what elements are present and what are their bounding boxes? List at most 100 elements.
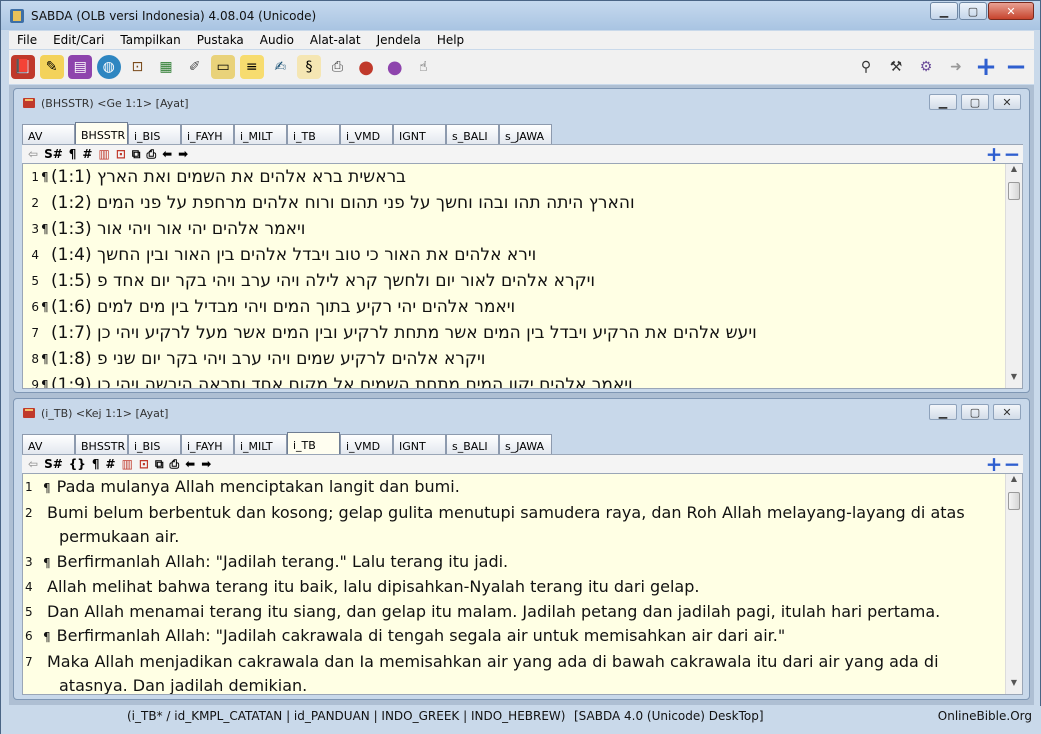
plus-icon[interactable]: + [974, 52, 998, 82]
prev-arrow-icon[interactable]: ⬅ [162, 147, 172, 161]
printer-icon[interactable]: ⎙ [326, 55, 350, 79]
verse-number[interactable]: 3 [25, 550, 33, 575]
strongs-toggle[interactable]: S# [44, 147, 63, 161]
child-close-button[interactable]: ✕ [993, 94, 1021, 110]
menu-help[interactable]: Help [429, 33, 472, 47]
back-arrow-icon[interactable]: ⇦ [28, 457, 38, 471]
notes-icon[interactable]: ✎ [39, 55, 64, 79]
verse-row[interactable]: 2 והארץ היתה תהו ובהו וחשך על פני תהום ור… [23, 190, 1022, 216]
arrow-right-icon[interactable]: ➜ [944, 55, 968, 79]
tab-i-milt[interactable]: i_MILT [234, 434, 287, 455]
verse-number-toggle[interactable]: # [82, 147, 92, 161]
tab-i-tb[interactable]: i_TB [287, 124, 340, 145]
copy-icon[interactable]: ⧉ [132, 147, 141, 162]
tab-s-jawa[interactable]: s_JAWA [499, 434, 552, 455]
tab-i-tb[interactable]: i_TB [287, 432, 340, 456]
verse-row[interactable]: 6 ¶ Berfirmanlah Allah: "Jadilah cakrawala… [23, 624, 1022, 650]
colors-icon[interactable]: ▥ [98, 147, 109, 161]
bible-window-itb[interactable]: (i_TB) <Kej 1:1> [Ayat] ▁ ▢ ✕ AV BHSSTR … [13, 398, 1030, 700]
books-icon[interactable]: ▤ [68, 55, 93, 79]
verse-number[interactable]: 7 [25, 326, 39, 340]
tab-s-bali[interactable]: s_BALI [446, 434, 499, 455]
close-button[interactable]: ✕ [988, 2, 1034, 20]
verse-number[interactable]: 1 [25, 475, 33, 500]
tab-i-vmd[interactable]: i_VMD [340, 434, 393, 455]
verse-number[interactable]: 1 [25, 170, 39, 184]
zoom-out-icon[interactable]: − [1003, 452, 1021, 476]
scrollbar[interactable]: ▲ ▼ [1005, 474, 1022, 694]
menu-jendela[interactable]: Jendela [369, 33, 429, 47]
tab-bhsstr[interactable]: BHSSTR [75, 434, 128, 455]
tab-i-milt[interactable]: i_MILT [234, 124, 287, 145]
verse-number[interactable]: 2 [25, 501, 33, 526]
tab-ignt[interactable]: IGNT [393, 434, 446, 455]
verse-row[interactable]: 5 ויקרא אלהים לאור יום ולחשך קרא לילה ויה… [23, 268, 1022, 294]
title-bar[interactable]: SABDA (OLB versi Indonesia) 4.08.04 (Uni… [1, 1, 1040, 30]
tab-i-bis[interactable]: i_BIS [128, 434, 181, 455]
menu-audio[interactable]: Audio [252, 33, 302, 47]
balloon-icon[interactable]: ● [354, 55, 378, 79]
colors-icon[interactable]: ▥ [122, 457, 133, 471]
open-book-icon[interactable]: ⊡ [139, 457, 149, 471]
verse-row[interactable]: 5 Dan Allah menamai terang itu siang, dan… [23, 600, 1022, 625]
bible-window-bhsstr[interactable]: (BHSSTR) <Ge 1:1> [Ayat] ▁ ▢ ✕ AV BHSSTR… [13, 88, 1030, 393]
verse-row[interactable]: 4 Allah melihat bahwa terang itu baik, la… [23, 575, 1022, 600]
zoom-in-icon[interactable]: + [985, 142, 1003, 166]
notes-toggle[interactable]: {} [69, 457, 86, 471]
verse-row[interactable]: 1 ¶ בראשית ברא אלהים את השמים ואת הארץ (1:… [23, 164, 1022, 190]
search-tools-icon[interactable]: ⚲ [854, 55, 878, 79]
verse-row[interactable]: 3 ¶ Berfirmanlah Allah: "Jadilah terang." … [23, 550, 1022, 576]
verse-number[interactable]: 5 [25, 274, 39, 288]
verse-row[interactable]: 3 ¶ ויאמר אלהים יהי אור ויהי אור (1:3) [23, 216, 1022, 242]
minimize-button[interactable]: ▁ [930, 2, 958, 20]
printer-chart-icon[interactable]: ▦ [154, 55, 178, 79]
verse-row[interactable]: 7 ויעש אלהים את הרקיע ויבדל בין המים אשר … [23, 320, 1022, 346]
child-minimize-button[interactable]: ▁ [929, 404, 957, 420]
print-icon[interactable]: ⎙ [146, 147, 156, 162]
two-balloons-icon[interactable]: ● [383, 55, 407, 79]
menu-file[interactable]: File [9, 33, 45, 47]
tab-i-bis[interactable]: i_BIS [128, 124, 181, 145]
tab-i-fayh[interactable]: i_FAYH [181, 434, 234, 455]
scrollbar[interactable]: ▲ ▼ [1005, 164, 1022, 388]
child-title-bar[interactable]: (i_TB) <Kej 1:1> [Ayat] [14, 399, 1029, 427]
verse-number[interactable]: 2 [25, 196, 39, 210]
strongs-toggle[interactable]: S# [44, 457, 63, 471]
paragraph-toggle[interactable]: ¶ [69, 147, 77, 161]
status-brand[interactable]: OnlineBible.Org [938, 709, 1032, 723]
verse-number[interactable]: 6 [25, 624, 33, 649]
verse-row[interactable]: 9 ¶ ויאמר אלהים יקוו המים מתחת השמים אל מק… [23, 372, 1022, 388]
child-minimize-button[interactable]: ▁ [929, 94, 957, 110]
bible-red-icon[interactable]: 📕 [11, 55, 35, 79]
child-maximize-button[interactable]: ▢ [961, 94, 989, 110]
pencil-book-icon[interactable]: ✍ [268, 55, 292, 79]
tab-av[interactable]: AV [22, 434, 75, 455]
zoom-out-icon[interactable]: − [1003, 142, 1021, 166]
hand-icon[interactable]: ☝ [411, 55, 435, 79]
menu-alat-alat[interactable]: Alat-alat [302, 33, 369, 47]
verse-number-toggle[interactable]: # [106, 457, 116, 471]
menu-edit-cari[interactable]: Edit/Cari [45, 33, 112, 47]
settings-icon[interactable]: ⚙ [914, 55, 938, 79]
tools-icon[interactable]: ⚒ [884, 55, 908, 79]
verse-row[interactable]: 2 Bumi belum berbentuk dan kosong; gelap … [23, 501, 1022, 550]
tab-s-bali[interactable]: s_BALI [446, 124, 499, 145]
verse-row[interactable]: 6 ¶ ויאמר אלהים יהי רקיע בתוך המים ויהי מב… [23, 294, 1022, 320]
verse-pane[interactable]: 1 ¶ בראשית ברא אלהים את השמים ואת הארץ (1:… [22, 163, 1023, 389]
status-modules[interactable]: (i_TB* / id_KMPL_CATATAN | id_PANDUAN | … [127, 709, 565, 723]
verse-number[interactable]: 9 [25, 378, 39, 388]
print-icon[interactable]: ⎙ [170, 457, 180, 472]
verse-number[interactable]: 3 [25, 222, 39, 236]
paragraph-toggle[interactable]: ¶ [92, 457, 100, 471]
verse-row[interactable]: 4 וירא אלהים את האור כי טוב ויבדל אלהים ב… [23, 242, 1022, 268]
child-maximize-button[interactable]: ▢ [961, 404, 989, 420]
verse-row[interactable]: 8 ¶ ויקרא אלהים לרקיע שמים ויהי ערב ויהי ב… [23, 346, 1022, 372]
tab-av[interactable]: AV [22, 124, 75, 145]
child-title-bar[interactable]: (BHSSTR) <Ge 1:1> [Ayat] [14, 89, 1029, 117]
tab-i-fayh[interactable]: i_FAYH [181, 124, 234, 145]
tab-ignt[interactable]: IGNT [393, 124, 446, 145]
prev-arrow-icon[interactable]: ⬅ [185, 457, 195, 471]
dictionary-icon[interactable]: ≡ [239, 55, 264, 79]
clipboard-icon[interactable]: ▭ [211, 55, 236, 79]
tab-i-vmd[interactable]: i_VMD [340, 124, 393, 145]
